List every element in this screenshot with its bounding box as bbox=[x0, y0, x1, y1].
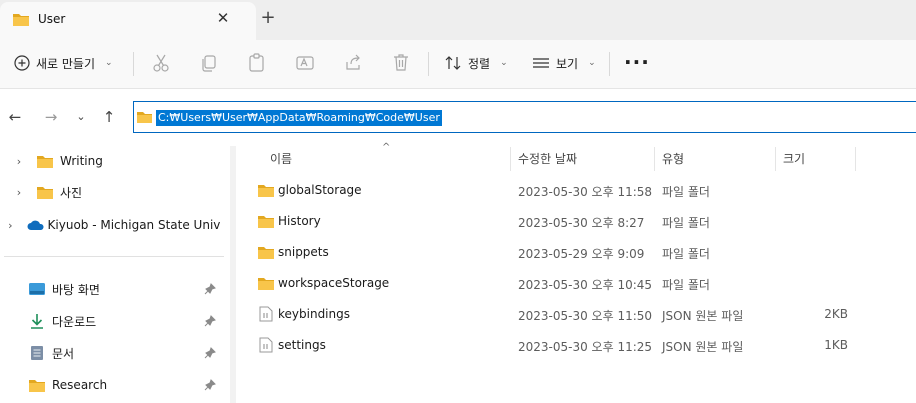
sidebar-item-downloads[interactable]: 다운로드 bbox=[0, 306, 222, 336]
sidebar-item-label: 사진 bbox=[60, 185, 83, 200]
plus-circle-icon bbox=[14, 55, 30, 71]
folder-icon bbox=[13, 14, 29, 26]
file-name[interactable]: settings bbox=[278, 338, 326, 352]
tab-title: User bbox=[38, 12, 66, 26]
file-date: 2023-05-30 오후 10:45 bbox=[518, 278, 653, 292]
sidebar-item-label: Research bbox=[52, 378, 108, 392]
sidebar-item-writing[interactable]: › Writing bbox=[0, 146, 222, 176]
file-name[interactable]: workspaceStorage bbox=[278, 276, 389, 290]
onedrive-cloud-icon bbox=[27, 220, 44, 230]
back-icon[interactable]: ← bbox=[6, 108, 24, 126]
sort-button-label: 정렬 bbox=[468, 56, 491, 71]
folder-icon bbox=[258, 185, 274, 197]
file-date: 2023-05-29 오후 9:09 bbox=[518, 247, 645, 261]
sort-icon bbox=[445, 56, 461, 70]
sidebar-item-research[interactable]: Research bbox=[0, 370, 222, 400]
sidebar-item-label: 다운로드 bbox=[52, 314, 97, 329]
address-path-text[interactable]: C:₩Users₩User₩AppData₩Roaming₩Code₩User bbox=[156, 110, 442, 126]
cut-icon[interactable] bbox=[151, 52, 171, 74]
new-button-label: 새로 만들기 bbox=[36, 56, 96, 71]
view-button-label: 보기 bbox=[556, 56, 579, 71]
chevron-down-icon: ⌄ bbox=[500, 58, 508, 68]
file-name[interactable]: keybindings bbox=[278, 307, 350, 321]
navigation-pane-scrollbar[interactable] bbox=[230, 146, 236, 403]
file-date: 2023-05-30 오후 8:27 bbox=[518, 216, 645, 230]
json-file-icon bbox=[259, 306, 273, 322]
pin-icon[interactable] bbox=[204, 379, 216, 393]
folder-icon bbox=[258, 247, 274, 259]
pin-icon[interactable] bbox=[204, 315, 216, 329]
sidebar-item-onedrive[interactable]: › Kiyuob - Michigan State Univer bbox=[0, 210, 220, 240]
view-button[interactable]: 보기 ⌄ bbox=[532, 52, 596, 74]
folder-icon bbox=[137, 112, 152, 123]
copy-icon[interactable] bbox=[199, 52, 219, 74]
column-header-size[interactable]: 크기 bbox=[783, 150, 805, 167]
file-name[interactable]: History bbox=[278, 214, 321, 228]
recent-locations-chevron-icon[interactable]: ⌄ bbox=[72, 108, 90, 126]
up-icon[interactable]: ↑ bbox=[100, 108, 118, 126]
folder-icon bbox=[258, 278, 274, 290]
folder-icon bbox=[37, 186, 53, 199]
divider bbox=[609, 52, 610, 76]
file-date: 2023-05-30 오후 11:58 bbox=[518, 185, 653, 199]
document-icon bbox=[31, 346, 43, 360]
paste-icon[interactable] bbox=[247, 52, 267, 74]
file-type: 파일 폴더 bbox=[662, 185, 710, 199]
folder-icon bbox=[29, 379, 45, 392]
column-divider[interactable] bbox=[654, 147, 655, 171]
column-header-type[interactable]: 유형 bbox=[662, 150, 684, 167]
pin-icon[interactable] bbox=[204, 283, 216, 297]
divider bbox=[133, 52, 134, 76]
column-divider[interactable] bbox=[775, 147, 776, 171]
new-tab-button[interactable]: + bbox=[258, 8, 278, 28]
folder-icon bbox=[37, 155, 53, 168]
delete-icon[interactable] bbox=[391, 52, 411, 74]
chevron-right-icon[interactable]: › bbox=[10, 186, 28, 199]
json-file-icon bbox=[259, 337, 273, 353]
file-type: 파일 폴더 bbox=[662, 216, 710, 230]
file-type: JSON 원본 파일 bbox=[662, 340, 744, 354]
forward-icon[interactable]: → bbox=[42, 108, 60, 126]
pin-icon[interactable] bbox=[204, 347, 216, 361]
chevron-right-icon[interactable]: › bbox=[10, 155, 28, 168]
divider bbox=[4, 256, 224, 257]
sidebar-item-desktop[interactable]: 바탕 화면 bbox=[0, 274, 222, 304]
column-header-name[interactable]: 이름 bbox=[270, 150, 292, 167]
file-date: 2023-05-30 오후 11:50 bbox=[518, 309, 653, 323]
new-button[interactable]: 새로 만들기 ⌄ bbox=[14, 52, 113, 74]
sidebar-item-label: 문서 bbox=[52, 346, 75, 361]
column-divider[interactable] bbox=[855, 147, 856, 171]
file-size: 2KB bbox=[824, 307, 848, 321]
rename-icon[interactable] bbox=[295, 52, 315, 74]
file-type: JSON 원본 파일 bbox=[662, 309, 744, 323]
divider bbox=[428, 52, 429, 76]
close-icon[interactable]: ✕ bbox=[213, 8, 233, 28]
sort-button[interactable]: 정렬 ⌄ bbox=[444, 52, 508, 74]
view-list-icon bbox=[533, 58, 549, 68]
file-name[interactable]: snippets bbox=[278, 245, 329, 259]
chevron-down-icon: ⌄ bbox=[105, 58, 113, 68]
file-type: 파일 폴더 bbox=[662, 247, 710, 261]
sidebar-item-label: Writing bbox=[60, 154, 103, 168]
sidebar-item-photos[interactable]: › 사진 bbox=[0, 177, 222, 207]
column-header-date[interactable]: 수정한 날짜 bbox=[518, 150, 577, 167]
folder-icon bbox=[258, 216, 274, 228]
sort-ascending-icon: ^ bbox=[382, 142, 391, 153]
column-divider[interactable] bbox=[510, 147, 511, 171]
file-date: 2023-05-30 오후 11:25 bbox=[518, 340, 653, 354]
more-options-button[interactable]: ··· bbox=[624, 50, 650, 74]
desktop-icon bbox=[29, 283, 45, 295]
sidebar-item-label: Kiyuob - Michigan State Univer bbox=[47, 218, 220, 232]
file-size: 1KB bbox=[824, 338, 848, 352]
share-icon[interactable] bbox=[343, 52, 363, 74]
file-name[interactable]: globalStorage bbox=[278, 183, 362, 197]
chevron-down-icon: ⌄ bbox=[588, 58, 596, 68]
file-type: 파일 폴더 bbox=[662, 278, 710, 292]
sidebar-item-label: 바탕 화면 bbox=[52, 282, 100, 297]
sidebar-item-documents[interactable]: 문서 bbox=[0, 338, 222, 368]
chevron-right-icon[interactable]: › bbox=[2, 219, 19, 232]
download-icon bbox=[31, 314, 43, 329]
